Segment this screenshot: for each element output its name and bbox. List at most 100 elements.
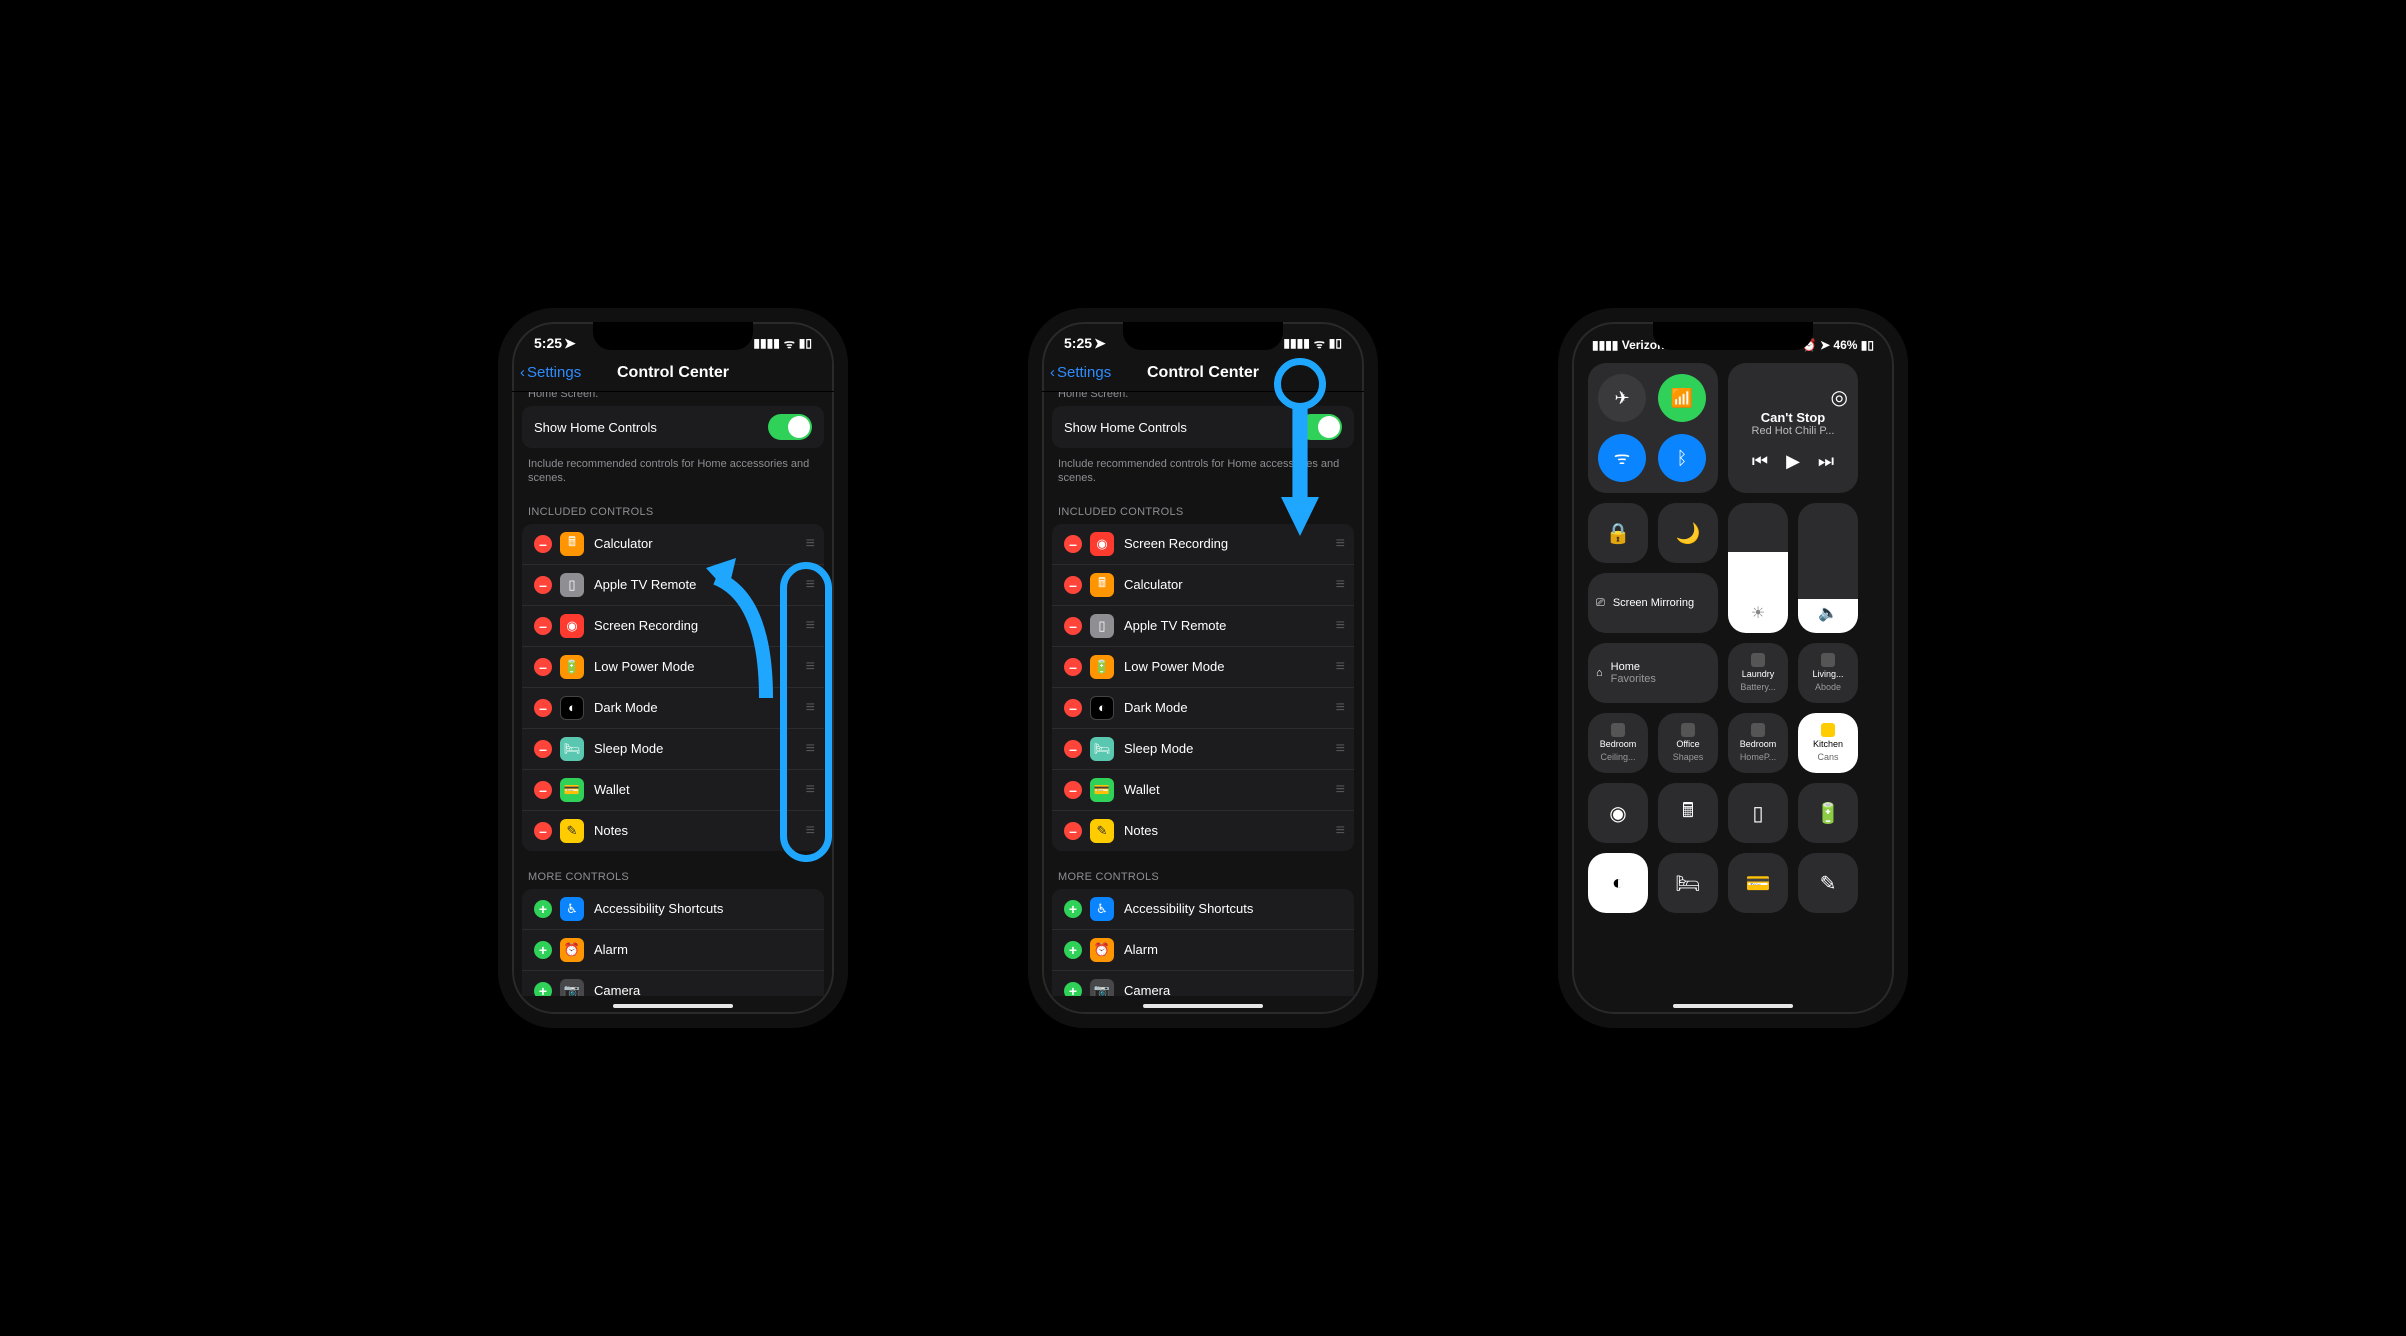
control-row[interactable]: + ⏰ Alarm [522,930,824,971]
cellular-data-button[interactable]: 📶 [1658,374,1706,422]
remove-button[interactable]: – [1064,822,1082,840]
wifi-button[interactable]: ᯤ [1598,434,1646,482]
home-favorites-tile[interactable]: ⌂ HomeFavorites [1588,643,1718,703]
remove-button[interactable]: – [534,617,552,635]
home-indicator[interactable] [613,1004,733,1008]
home-accessory-tile[interactable]: LaundryBattery... [1728,643,1788,703]
do-not-disturb-button[interactable]: 🌙 [1658,503,1718,563]
control-row[interactable]: – 🛏 Sleep Mode ≡ [522,729,824,770]
drag-handle-icon[interactable]: ≡ [1336,822,1342,840]
app-icon: 🖩 [1090,573,1114,597]
remove-button[interactable]: – [1064,576,1082,594]
drag-handle-icon[interactable]: ≡ [806,822,812,840]
home-indicator[interactable] [1143,1004,1263,1008]
orientation-lock-button[interactable]: 🔒 [1588,503,1648,563]
drag-handle-icon[interactable]: ≡ [1336,535,1342,553]
back-button[interactable]: ‹Settings [520,364,581,381]
remove-button[interactable]: – [534,576,552,594]
drag-handle-icon[interactable]: ≡ [1336,576,1342,594]
remove-button[interactable]: – [1064,699,1082,717]
remove-button[interactable]: – [1064,740,1082,758]
control-row[interactable]: + ♿︎ Accessibility Shortcuts [1052,889,1354,930]
control-center[interactable]: ▮▮▮▮ Verizon ᯤ ⏰ ➤ 46% ▮▯ ✈︎ 📶 ᯤ ᛒ ◎ Can… [1572,322,1894,974]
drag-handle-icon[interactable]: ≡ [806,576,812,594]
drag-handle-icon[interactable]: ≡ [806,617,812,635]
control-row[interactable]: – 🖩 Calculator ≡ [1052,565,1354,606]
control-label: Wallet [594,782,630,797]
control-row[interactable]: + 📷 Camera [522,971,824,997]
drag-handle-icon[interactable]: ≡ [1336,658,1342,676]
control-row[interactable]: – 💳 Wallet ≡ [1052,770,1354,811]
dark-mode-button[interactable]: ◐ [1588,853,1648,913]
back-button[interactable]: ‹Settings [1050,364,1111,381]
control-row[interactable]: + ⏰ Alarm [1052,930,1354,971]
drag-handle-icon[interactable]: ≡ [806,658,812,676]
apple-tv-remote-button[interactable]: ▯ [1728,783,1788,843]
brightness-slider[interactable]: ☀︎ [1728,503,1788,633]
remove-button[interactable]: – [534,535,552,553]
remove-button[interactable]: – [1064,535,1082,553]
control-row[interactable]: – 🔋 Low Power Mode ≡ [1052,647,1354,688]
control-row[interactable]: – ◐ Dark Mode ≡ [1052,688,1354,729]
drag-handle-icon[interactable]: ≡ [1336,699,1342,717]
play-button[interactable]: ▶ [1786,451,1800,472]
add-button[interactable]: + [534,982,552,997]
drag-handle-icon[interactable]: ≡ [806,740,812,758]
media-tile[interactable]: ◎ Can't Stop Red Hot Chili P... ⏮ ▶ ⏭ [1728,363,1858,493]
screen-mirroring-button[interactable]: ⎚ Screen Mirroring [1588,573,1718,633]
control-row[interactable]: + 📷 Camera [1052,971,1354,997]
drag-handle-icon[interactable]: ≡ [1336,617,1342,635]
add-button[interactable]: + [1064,982,1082,997]
notes-button[interactable]: ✎ [1798,853,1858,913]
remove-button[interactable]: – [534,658,552,676]
remove-button[interactable]: – [534,699,552,717]
bluetooth-button[interactable]: ᛒ [1658,434,1706,482]
control-row[interactable]: – ▯ Apple TV Remote ≡ [1052,606,1354,647]
drag-handle-icon[interactable]: ≡ [1336,781,1342,799]
forward-button[interactable]: ⏭ [1818,451,1834,472]
home-accessory-tile[interactable]: BedroomCeiling... [1588,713,1648,773]
control-row[interactable]: – 🛏 Sleep Mode ≡ [1052,729,1354,770]
remove-button[interactable]: – [1064,658,1082,676]
control-row[interactable]: + ♿︎ Accessibility Shortcuts [522,889,824,930]
sleep-mode-button[interactable]: 🛏 [1658,853,1718,913]
home-accessory-tile-on[interactable]: KitchenCans [1798,713,1858,773]
remove-button[interactable]: – [534,781,552,799]
remove-button[interactable]: – [534,740,552,758]
airplane-mode-button[interactable]: ✈︎ [1598,374,1646,422]
phone-settings-before: 5:25➤ ▮▮▮▮ᯤ▮▯ ‹Settings Control Center H… [498,308,848,1028]
remove-button[interactable]: – [1064,617,1082,635]
connectivity-tile[interactable]: ✈︎ 📶 ᯤ ᛒ [1588,363,1718,493]
app-icon: ◐ [560,696,584,720]
add-button[interactable]: + [534,941,552,959]
add-button[interactable]: + [534,900,552,918]
control-row[interactable]: – ✎ Notes ≡ [1052,811,1354,851]
control-row[interactable]: – 💳 Wallet ≡ [522,770,824,811]
home-indicator[interactable] [1673,1004,1793,1008]
volume-slider[interactable]: 🔈 [1798,503,1858,633]
remove-button[interactable]: – [534,822,552,840]
drag-handle-icon[interactable]: ≡ [806,699,812,717]
add-button[interactable]: + [1064,900,1082,918]
app-icon: ◐ [1090,696,1114,720]
low-power-mode-button[interactable]: 🔋 [1798,783,1858,843]
add-button[interactable]: + [1064,941,1082,959]
phone-control-center: ▮▮▮▮ Verizon ᯤ ⏰ ➤ 46% ▮▯ ✈︎ 📶 ᯤ ᛒ ◎ Can… [1558,308,1908,1028]
toggle-on[interactable] [768,414,812,440]
drag-handle-icon[interactable]: ≡ [806,781,812,799]
home-accessory-tile[interactable]: OfficeShapes [1658,713,1718,773]
notch [593,322,753,350]
airplay-icon[interactable]: ◎ [1831,385,1848,410]
home-accessory-tile[interactable]: Living...Abode [1798,643,1858,703]
screen-recording-button[interactable]: ◉ [1588,783,1648,843]
drag-handle-icon[interactable]: ≡ [1336,740,1342,758]
remove-button[interactable]: – [1064,781,1082,799]
calculator-button[interactable]: 🖩 [1658,783,1718,843]
wallet-button[interactable]: 💳 [1728,853,1788,913]
rewind-button[interactable]: ⏮ [1752,451,1768,472]
app-icon: 🛏 [1090,737,1114,761]
drag-handle-icon[interactable]: ≡ [806,535,812,553]
home-accessory-tile[interactable]: BedroomHomeP... [1728,713,1788,773]
show-home-controls-row[interactable]: Show Home Controls [522,406,824,448]
control-row[interactable]: – ✎ Notes ≡ [522,811,824,851]
